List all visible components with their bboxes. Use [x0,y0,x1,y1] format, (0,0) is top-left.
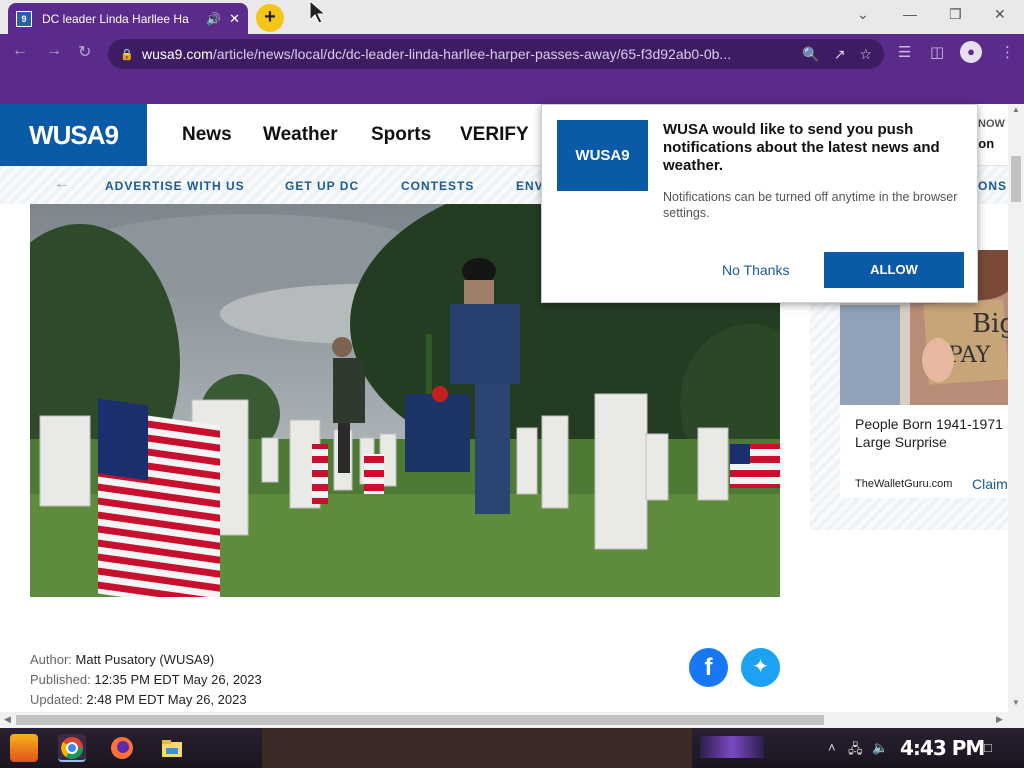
ad-source[interactable]: TheWalletGuru.com [855,478,952,490]
minimize-icon[interactable]: — [903,6,917,22]
ad-headline[interactable]: People Born 1941-1971 Large Surprise [855,415,1008,451]
taskbar-chrome-app[interactable] [58,734,86,762]
twitter-share-icon[interactable]: ✦ [741,648,780,687]
updated-label: Updated: [30,692,83,707]
push-notification-prompt: WUSA9 WUSA would like to send you push n… [541,104,978,303]
ad-claim-link[interactable]: Claim [972,476,1008,492]
svg-text:PAY: PAY [948,343,991,368]
taskbar-clock[interactable]: 4:43 PM [900,736,985,760]
wusa9-logo[interactable]: WUSA9 [0,104,147,166]
notifications-icon[interactable]: □ [984,740,992,755]
forward-arrow-icon[interactable]: → [46,42,62,60]
folder-icon [162,740,182,757]
subnav-back-arrow-icon[interactable]: ← [54,175,70,193]
svg-text:Big: Big [972,309,1008,339]
network-icon[interactable]: 🖧 [848,740,863,762]
side-panel-icon[interactable]: ◫ [930,43,944,61]
subnav-contests[interactable]: CONTESTS [401,179,474,193]
scroll-up-arrow-icon[interactable]: ▲ [1012,105,1020,114]
taskbar-decoration [700,736,764,758]
header-right-label: NOW [978,118,1005,130]
subnav-get-up-dc[interactable]: GET UP DC [285,179,359,193]
taskbar: ˄ 🖧 🔈 4:43 PM □ [0,728,1024,768]
nav-sports[interactable]: Sports [371,124,431,146]
subnav-right-item[interactable]: ONS [978,179,1007,193]
reload-icon[interactable]: ↻ [78,42,91,62]
article-meta: Author: Matt Pusatory (WUSA9) Published:… [30,650,262,710]
author-label: Author: [30,652,72,667]
lock-icon: 🔒 [120,48,134,61]
horizontal-scrollbar[interactable]: ◀ ▶ [0,712,1024,728]
scroll-down-arrow-icon[interactable]: ▼ [1012,698,1020,707]
subnav-advertise[interactable]: ADVERTISE WITH US [105,179,245,193]
nav-weather[interactable]: Weather [263,124,338,146]
close-window-icon[interactable]: ✕ [994,6,1006,23]
restore-icon[interactable]: ❐ [949,6,962,23]
author-name[interactable]: Matt Pusatory (WUSA9) [76,652,215,667]
taskbar-firefox-app[interactable] [108,734,136,762]
facebook-share-icon[interactable]: f [689,648,728,687]
wusa9-favicon-icon: 9 [16,10,32,27]
notification-heading: WUSA would like to send you push notific… [663,121,940,174]
tray-chevron-icon[interactable]: ˄ [828,740,836,755]
taskbar-explorer-app[interactable] [158,734,186,762]
address-bar[interactable]: 🔒 wusa9.com/article/news/local/dc/dc-lea… [108,39,884,69]
horizontal-scroll-thumb[interactable] [16,715,824,725]
profile-avatar-icon[interactable]: ● [960,41,982,63]
chrome-icon [61,737,83,759]
browser-toolbar: ← → ↻ 🔒 wusa9.com/article/news/local/dc/… [0,34,1024,104]
firefox-icon [111,737,133,759]
allow-button[interactable]: ALLOW [824,252,964,288]
browser-tab-active[interactable]: 9 DC leader Linda Harllee Ha 🔊 ✕ [8,3,248,34]
published-date: 12:35 PM EDT May 26, 2023 [94,672,262,687]
browser-titlebar: 9 DC leader Linda Harllee Ha 🔊 ✕ + ⌄ — ❐… [0,0,1024,34]
media-icon[interactable]: ☰ [898,43,911,61]
bookmark-star-icon[interactable]: ☆ [859,46,872,63]
nav-news[interactable]: News [182,124,232,146]
new-tab-button[interactable]: + [256,4,284,32]
updated-date: 2:48 PM EDT May 26, 2023 [86,692,247,707]
search-icon[interactable]: 🔍 [802,46,819,63]
scroll-right-arrow-icon[interactable]: ▶ [996,714,1003,725]
nav-verify[interactable]: VERIFY [460,124,529,146]
back-arrow-icon[interactable]: ← [12,42,28,60]
tab-search-chevron-icon[interactable]: ⌄ [857,6,869,23]
subnav-env[interactable]: ENV [516,179,544,193]
sidebar-top-box [979,204,1008,218]
volume-icon[interactable]: 🔈 [872,740,888,756]
menu-kebab-icon[interactable]: ⋮ [1000,43,1015,61]
share-icon[interactable]: ↗ [834,46,846,63]
vertical-scrollbar[interactable]: ▲ ▼ [1008,104,1024,712]
notification-subtext: Notifications can be turned off anytime … [663,190,958,220]
close-tab-icon[interactable]: ✕ [229,11,240,27]
taskbar-wallpaper-strip [262,728,692,768]
published-label: Published: [30,672,91,687]
scroll-left-arrow-icon[interactable]: ◀ [4,714,11,725]
speaker-icon[interactable]: 🔊 [206,12,221,26]
tab-title: DC leader Linda Harllee Ha [42,11,189,26]
vertical-scroll-thumb[interactable] [1011,156,1021,202]
mouse-cursor-icon [309,0,327,24]
no-thanks-button[interactable]: No Thanks [722,262,789,278]
start-menu-icon[interactable] [10,734,38,762]
url-text: wusa9.com/article/news/local/dc/dc-leade… [142,46,732,62]
notification-logo: WUSA9 [557,120,648,191]
